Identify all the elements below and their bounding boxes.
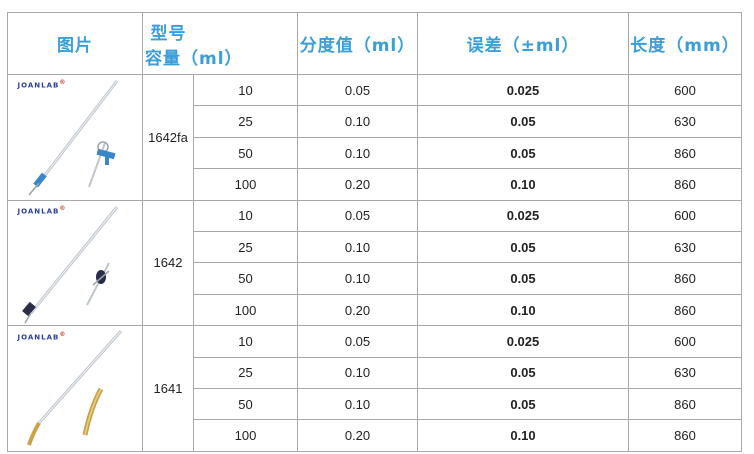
product-image: JOANLAB® xyxy=(9,75,142,199)
division-cell: 0.20 xyxy=(297,293,418,327)
capacity-cell: 50 xyxy=(193,136,298,170)
tolerance-cell: 0.10 xyxy=(417,293,629,327)
header-model-capacity: 型号容量（ml） xyxy=(142,12,298,75)
burette-picture xyxy=(21,205,118,324)
model-cell: 1642 xyxy=(142,199,194,327)
header-picture: 图片 xyxy=(7,12,143,75)
capacity-cell: 25 xyxy=(193,231,298,264)
division-cell: 0.10 xyxy=(297,231,418,264)
tolerance-cell: 0.05 xyxy=(417,136,629,170)
division-cell: 0.05 xyxy=(297,73,418,107)
division-cell: 0.10 xyxy=(297,356,418,390)
capacity-cell: 10 xyxy=(193,73,298,107)
picture-cell: JOANLAB® xyxy=(7,74,143,201)
division-cell: 0.05 xyxy=(297,325,418,358)
header-division: 分度值（ml） xyxy=(297,12,418,75)
capacity-cell: 100 xyxy=(193,293,298,327)
capacity-cell: 25 xyxy=(193,105,298,138)
length-cell: 860 xyxy=(628,262,742,295)
header-tolerance: 误差（±ml） xyxy=(417,12,629,75)
product-image: JOANLAB® xyxy=(9,201,142,325)
length-cell: 860 xyxy=(628,136,742,170)
header-model: 型号 xyxy=(150,23,187,44)
tolerance-cell: 0.10 xyxy=(417,168,629,201)
division-cell: 0.10 xyxy=(297,136,418,170)
tolerance-cell: 0.025 xyxy=(417,325,629,358)
length-cell: 860 xyxy=(628,168,742,201)
division-cell: 0.10 xyxy=(297,262,418,295)
model-cell: 1641 xyxy=(142,325,194,452)
length-cell: 600 xyxy=(628,73,742,107)
table-row: JOANLAB® 1642 10 0.05 0.025 600 xyxy=(7,199,742,327)
capacity-cell: 25 xyxy=(193,356,298,390)
length-cell: 600 xyxy=(628,325,742,358)
burette-picture xyxy=(27,80,118,196)
picture-cell: JOANLAB® xyxy=(7,325,143,452)
length-cell: 630 xyxy=(628,105,742,138)
length-cell: 860 xyxy=(628,419,742,452)
header-row: 图片 型号容量（ml） 分度值（ml） 误差（±ml） 长度（mm） xyxy=(7,12,742,75)
length-cell: 630 xyxy=(628,356,742,390)
division-cell: 0.20 xyxy=(297,419,418,452)
tolerance-cell: 0.05 xyxy=(417,262,629,295)
product-image: JOANLAB® xyxy=(9,327,142,451)
picture-cell: JOANLAB® xyxy=(7,199,143,327)
tolerance-cell: 0.05 xyxy=(417,105,629,138)
tolerance-cell: 0.05 xyxy=(417,356,629,390)
capacity-cell: 50 xyxy=(193,262,298,295)
length-cell: 630 xyxy=(628,231,742,264)
burette-spec-table: 图片 型号容量（ml） 分度值（ml） 误差（±ml） 长度（mm） JOANL… xyxy=(7,12,742,452)
capacity-cell: 10 xyxy=(193,325,298,358)
tolerance-cell: 0.025 xyxy=(417,73,629,107)
capacity-cell: 100 xyxy=(193,419,298,452)
length-cell: 600 xyxy=(628,199,742,233)
length-cell: 860 xyxy=(628,388,742,421)
capacity-cell: 100 xyxy=(193,168,298,201)
division-cell: 0.05 xyxy=(297,199,418,233)
tolerance-cell: 0.05 xyxy=(417,388,629,421)
length-cell: 860 xyxy=(628,293,742,327)
capacity-cell: 10 xyxy=(193,199,298,233)
model-cell: 1642fa xyxy=(142,74,194,201)
table-row: JOANLAB® 1642fa 10 0.05 0.025 600 xyxy=(7,73,742,201)
division-cell: 0.20 xyxy=(297,168,418,201)
header-capacity: 容量（ml） xyxy=(145,48,243,69)
division-cell: 0.10 xyxy=(297,105,418,138)
division-cell: 0.10 xyxy=(297,388,418,421)
capacity-cell: 50 xyxy=(193,388,298,421)
header-length: 长度（mm） xyxy=(628,12,742,75)
tolerance-cell: 0.025 xyxy=(417,199,629,233)
tolerance-cell: 0.10 xyxy=(417,419,629,452)
burette-picture xyxy=(26,329,122,446)
tolerance-cell: 0.05 xyxy=(417,231,629,264)
table-row: JOANLAB® 1641 10 0.05 0.025 600 xyxy=(7,325,742,452)
